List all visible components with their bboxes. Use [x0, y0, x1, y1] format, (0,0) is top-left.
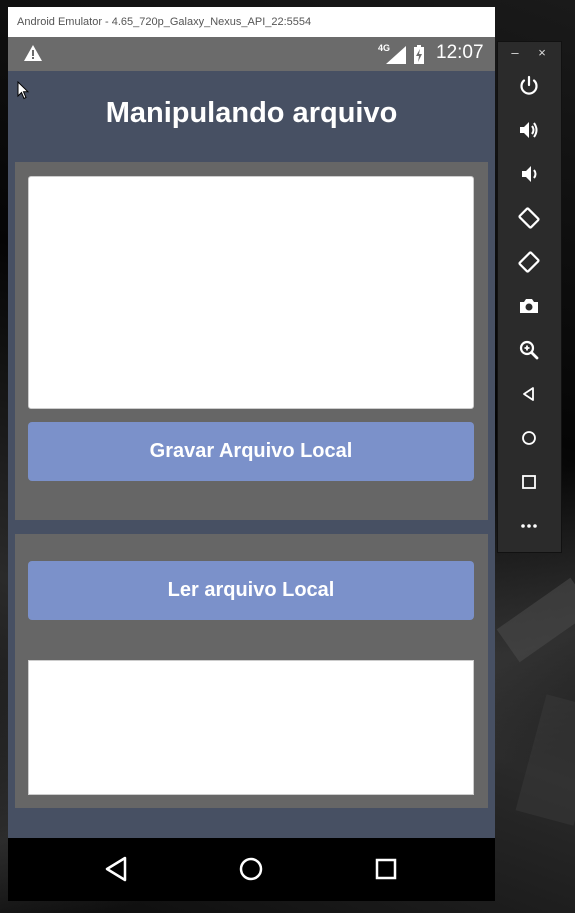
back-icon[interactable]: [104, 856, 128, 882]
read-panel: Ler arquivo Local: [15, 534, 488, 808]
status-bar: 4G 12:07: [8, 37, 495, 71]
back-icon[interactable]: [517, 382, 541, 406]
home-icon[interactable]: [517, 426, 541, 450]
write-file-button[interactable]: Gravar Arquivo Local: [28, 422, 474, 481]
zoom-icon[interactable]: [517, 338, 541, 362]
read-file-button[interactable]: Ler arquivo Local: [28, 561, 474, 620]
window-title: Android Emulator - 4.65_720p_Galaxy_Nexu…: [8, 7, 495, 37]
warning-icon: [24, 45, 42, 61]
rotate-right-icon[interactable]: [517, 250, 541, 274]
minimize-button[interactable]: –: [505, 42, 525, 64]
page-title: Manipulando arquivo: [105, 97, 398, 129]
overview-icon[interactable]: [517, 470, 541, 494]
mouse-pointer-icon: [17, 81, 29, 100]
volume-up-icon[interactable]: [517, 118, 541, 142]
recents-icon[interactable]: [375, 858, 397, 880]
emulator-window: Android Emulator - 4.65_720p_Galaxy_Nexu…: [8, 7, 495, 901]
read-output-box: [28, 660, 474, 795]
emulator-toolbar: – ×: [497, 41, 562, 553]
close-button[interactable]: ×: [532, 42, 552, 64]
power-icon[interactable]: [517, 74, 541, 98]
write-panel: Gravar Arquivo Local: [15, 162, 488, 520]
battery-charging-icon: [414, 45, 424, 64]
status-clock: 12:07: [436, 42, 484, 63]
app-screen: Manipulando arquivo Gravar Arquivo Local…: [8, 71, 495, 838]
rotate-left-icon[interactable]: [517, 206, 541, 230]
camera-icon[interactable]: [517, 294, 541, 318]
home-icon[interactable]: [239, 857, 263, 881]
navigation-bar: [8, 838, 495, 901]
signal-icon: [386, 46, 406, 64]
more-icon[interactable]: [517, 514, 541, 538]
write-text-input[interactable]: [28, 176, 474, 409]
volume-down-icon[interactable]: [517, 162, 541, 186]
